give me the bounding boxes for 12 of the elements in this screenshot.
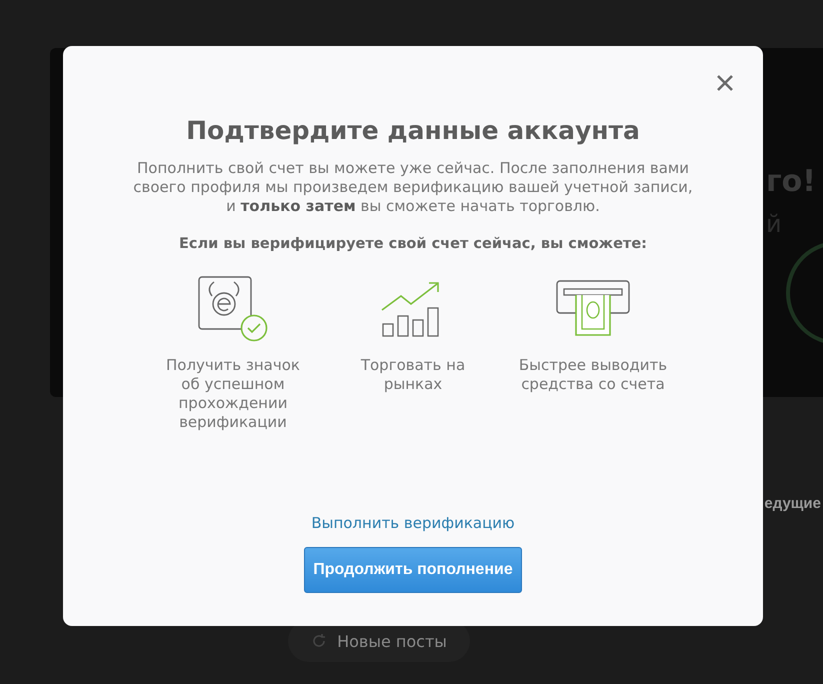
section-heading: едущие — [764, 495, 821, 512]
feature-label: Торговать на рынках — [360, 356, 466, 394]
verified-badge-icon — [198, 276, 268, 342]
feature-label: Быстрее выводить средства со счета — [518, 356, 668, 394]
close-icon[interactable] — [716, 74, 734, 92]
modal-title: Подтвердите данные аккаунта — [186, 116, 640, 145]
continue-button[interactable]: Продолжить пополнение — [304, 547, 522, 593]
modal-description: Пополнить свой счет вы можете уже сейчас. После заполнения вами своего профиля мы произведем верификацию вашей учетной записи, и только затем вы сможете начать торговлю. — [133, 159, 693, 216]
refresh-icon — [311, 633, 328, 649]
modal-subheading: Если вы верифицируете свой счет сейчас, вы сможете: — [179, 236, 647, 252]
feature-label: Получить значок об успешном прохождении верификации — [165, 356, 301, 432]
verify-link[interactable]: Выполнить верификацию — [311, 514, 515, 532]
